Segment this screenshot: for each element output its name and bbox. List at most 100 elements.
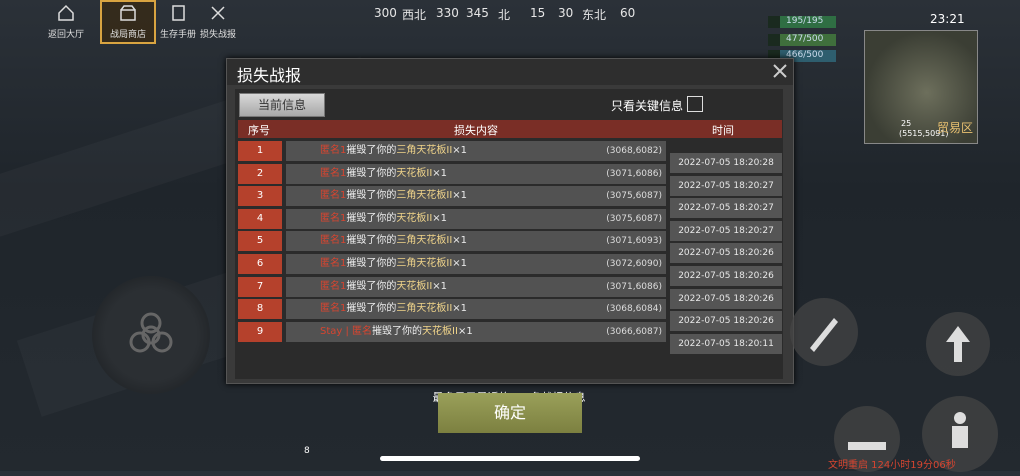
table-row: 4 匿名1摧毁了你的天花板II×1 (3075,6087) 2022-07-05… [238, 208, 782, 241]
row-number: 4 [238, 208, 282, 229]
table-row: 8 匿名1摧毁了你的三角天花板II×1 (3068,6084) 2022-07-… [238, 299, 782, 332]
return-lobby-label: 返回大厅 [47, 30, 84, 40]
row-number: 7 [238, 276, 282, 297]
battle-report-icon [211, 6, 225, 20]
verb-text: 摧毁了你的 [346, 235, 397, 247]
item-name: 三角天花板II [396, 257, 453, 269]
row-content: 匿名1摧毁了你的三角天花板II×1 (3072,6090) [286, 253, 666, 274]
table-row: 3 匿名1摧毁了你的三角天花板II×1 (3075,6087) 2022-07-… [238, 186, 782, 219]
melee-attack-button[interactable] [790, 298, 858, 366]
attacker-name: 匿名1 [320, 190, 347, 202]
item-qty: ×1 [432, 167, 448, 179]
item-name: 三角天花板II [396, 303, 453, 315]
confirm-button[interactable]: 确定 [438, 393, 582, 433]
verb-text: 摧毁了你的 [346, 167, 397, 179]
item-name: 三角天花板II [396, 235, 453, 247]
row-number: 6 [238, 253, 282, 274]
attacker-name: 匿名1 [320, 280, 347, 292]
attacker-name: 匿名1 [320, 145, 347, 156]
minimap-zone-label: 贸易区 [937, 121, 974, 135]
row-coord: (3071,6086) [606, 281, 662, 292]
home-indicator [380, 456, 640, 461]
close-icon[interactable] [771, 62, 789, 80]
minimap-coords-top: 25 [901, 119, 912, 128]
attacker-name: 匿名1 [320, 303, 347, 315]
row-number: 8 [238, 299, 282, 320]
header-content: 损失内容 [454, 124, 498, 137]
battle-shop-button[interactable]: 战局商店 [100, 0, 156, 44]
item-name: 三角天花板II [396, 145, 453, 156]
row-number: 9 [238, 321, 282, 342]
row-content: Stay | 匿名摧毁了你的天花板II×1 (3066,6087) [286, 321, 666, 342]
header-no: 序号 [248, 124, 270, 137]
battle-shop-label: 战局商店 [109, 30, 146, 40]
compass-tick: 300 [374, 6, 397, 20]
row-content: 匿名1摧毁了你的三角天花板II×1 (3068,6082) [286, 141, 666, 161]
return-lobby-button[interactable]: 返回大厅 [40, 4, 92, 40]
item-qty: ×1 [452, 190, 468, 202]
row-coord: (3075,6087) [606, 191, 662, 202]
hunger-bar: 477/500 [768, 34, 836, 46]
item-qty: ×1 [432, 280, 448, 292]
header-time: 时间 [712, 124, 734, 137]
item-name: 天花板II [396, 167, 433, 179]
hotbar-count: 8 [304, 446, 310, 456]
verb-text: 摧毁了你的 [346, 212, 397, 224]
item-name: 天花板II [422, 325, 458, 337]
key-info-filter-label: 只看关键信息 [611, 99, 684, 113]
shop-icon [120, 5, 136, 21]
knife-icon [810, 318, 838, 352]
row-content: 匿名1摧毁了你的天花板II×1 (3075,6087) [286, 208, 666, 229]
minimap[interactable]: 25 (5515,5091) 贸易区 [864, 30, 978, 144]
movement-joystick[interactable] [92, 276, 210, 394]
item-qty: ×1 [452, 257, 468, 269]
row-content: 匿名1摧毁了你的天花板II×1 (3071,6086) [286, 276, 666, 297]
key-info-checkbox[interactable] [687, 96, 703, 112]
row-number: 5 [238, 231, 282, 252]
verb-text: 摧毁了你的 [346, 280, 397, 292]
verb-text: 摧毁了你的 [346, 145, 397, 156]
verb-text: 摧毁了你的 [346, 303, 397, 315]
dialog-title-bar: 损失战报 [227, 59, 793, 85]
item-qty: ×1 [452, 145, 468, 156]
row-number: 1 [238, 141, 282, 161]
tab-current-info[interactable]: 当前信息 [239, 93, 325, 117]
biohazard-icon [129, 312, 173, 353]
compass-bar: 300 西北 330 345 北 15 30 东北 60 [368, 2, 658, 24]
row-coord: (3068,6082) [606, 146, 662, 156]
row-time: 2022-07-05 18:20:11 [670, 333, 782, 354]
table-header: 序号 损失内容 时间 [238, 120, 782, 138]
table-row: 1 匿名1摧毁了你的三角天花板II×1 (3068,6082) 2022-07-… [238, 141, 782, 173]
compass-tick: 30 [558, 6, 574, 20]
row-coord: (3072,6090) [606, 258, 662, 269]
loss-report-dialog: 损失战报 当前信息 只看关键信息 序号 损失内容 时间 1 匿名1摧毁了你的三角… [226, 58, 794, 404]
compass-tick: 北 [498, 8, 511, 22]
heart-icon [768, 16, 780, 28]
restart-countdown: 文明重启 124小时19分06秒 [828, 460, 956, 471]
row-content: 匿名1摧毁了你的天花板II×1 (3071,6086) [286, 163, 666, 184]
table-row: 6 匿名1摧毁了你的三角天花板II×1 (3072,6090) 2022-07-… [238, 253, 782, 286]
compass-tick: 345 [466, 6, 489, 20]
compass-tick: 东北 [582, 8, 607, 22]
row-content: 匿名1摧毁了你的三角天花板II×1 (3068,6084) [286, 299, 666, 320]
item-qty: ×1 [432, 212, 448, 224]
compass-tick: 15 [530, 6, 546, 20]
verb-text: 摧毁了你的 [372, 325, 423, 337]
row-coord: (3071,6086) [606, 168, 662, 179]
jump-button[interactable] [926, 312, 990, 376]
row-coord: (3071,6093) [606, 236, 662, 247]
compass-tick: 60 [620, 6, 636, 20]
loss-report-label: 损失战报 [199, 30, 236, 40]
row-coord: (3075,6087) [606, 213, 662, 224]
attacker-name: 匿名1 [320, 257, 347, 269]
attacker-name: 匿名1 [320, 167, 347, 179]
row-number: 2 [238, 163, 282, 184]
compass-tick: 330 [436, 6, 459, 20]
attacker-name: 匿名1 [320, 212, 347, 224]
dialog-title: 损失战报 [237, 66, 302, 85]
loss-report-button[interactable]: 损失战报 [192, 4, 244, 40]
compass-tick: 西北 [402, 8, 427, 22]
food-icon [768, 34, 780, 46]
hunger-value: 477/500 [786, 34, 824, 44]
row-content: 匿名1摧毁了你的三角天花板II×1 (3071,6093) [286, 231, 666, 252]
